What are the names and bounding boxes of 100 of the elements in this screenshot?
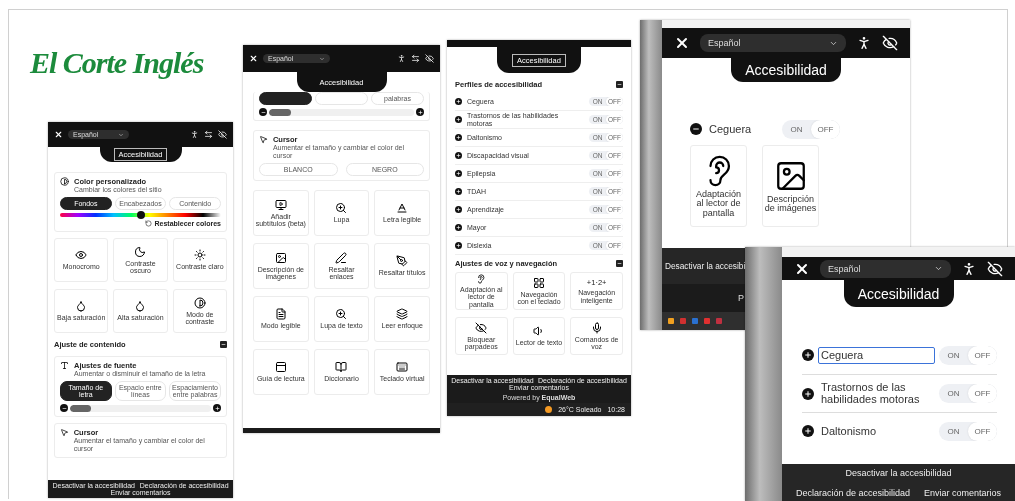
book-icon — [335, 361, 348, 374]
eye-off-icon[interactable] — [218, 130, 227, 139]
on-option[interactable]: ON — [939, 422, 968, 441]
powered-by-text: P — [738, 293, 744, 303]
footer-link[interactable]: Declaración de accesibilidad — [795, 487, 910, 498]
magnifier-icon — [335, 308, 348, 321]
droplet-icon — [134, 300, 147, 313]
close-icon[interactable] — [54, 130, 63, 139]
off-option[interactable]: OFF — [968, 346, 997, 365]
collapse-icon[interactable] — [616, 81, 623, 88]
profile-label[interactable]: Daltonismo — [818, 422, 935, 441]
size-slider[interactable] — [70, 404, 211, 412]
off-option[interactable]: OFF — [968, 422, 997, 441]
footer-link[interactable]: Desactivar la accesibilidad — [845, 467, 952, 478]
keys-icon — [533, 276, 545, 289]
document-icon — [274, 308, 287, 321]
on-option[interactable]: ON — [939, 384, 968, 403]
panel-title: Accesibilidad — [744, 61, 828, 80]
eye-icon — [75, 249, 88, 262]
font-tab[interactable] — [259, 92, 312, 106]
arrows-icon[interactable] — [411, 54, 420, 63]
eye-off-icon[interactable] — [987, 260, 1003, 277]
profile-label[interactable]: Ceguera — [706, 120, 778, 139]
feature-tile[interactable]: Adaptación al lector de pantalla — [690, 145, 747, 227]
plus-icon[interactable] — [455, 98, 462, 105]
chevron-down-icon — [319, 55, 325, 62]
plus-icon[interactable] — [455, 188, 462, 195]
plus-icon[interactable] — [455, 116, 462, 123]
arrows-icon[interactable] — [204, 130, 213, 139]
magnifier-icon — [335, 202, 348, 215]
cursor-icon — [259, 135, 268, 145]
plus-icon[interactable] — [802, 349, 814, 362]
plus-icon[interactable] — [455, 134, 462, 141]
plus-icon[interactable] — [455, 152, 462, 159]
chevron-down-icon — [118, 131, 124, 138]
person-icon[interactable] — [397, 54, 406, 63]
moon-icon — [134, 245, 147, 258]
on-off-toggle[interactable]: ON OFF — [939, 422, 997, 441]
plus-icon[interactable] — [213, 404, 221, 413]
cursor-icon — [60, 428, 69, 438]
sun-icon — [193, 249, 206, 262]
pen-icon — [335, 251, 348, 264]
eye-off-icon[interactable] — [882, 35, 898, 51]
pen-icon — [396, 255, 409, 268]
chevron-down-icon — [934, 264, 943, 273]
color-slider[interactable] — [60, 213, 221, 218]
close-icon[interactable] — [674, 35, 690, 51]
eye-off-icon — [475, 321, 488, 334]
off-option[interactable]: OFF — [968, 384, 997, 403]
reset-icon — [145, 220, 153, 228]
size-slider[interactable] — [269, 108, 414, 116]
plus-icon[interactable] — [802, 425, 814, 438]
person-icon[interactable] — [190, 130, 199, 139]
layers-icon — [396, 308, 409, 321]
close-icon[interactable] — [249, 54, 258, 63]
person-icon[interactable] — [961, 260, 977, 277]
ear-icon — [475, 274, 488, 284]
image-icon — [274, 251, 287, 264]
language-select[interactable]: Español — [820, 259, 951, 278]
droplet-icon — [75, 300, 88, 313]
contrast-icon — [60, 177, 69, 186]
letter-icon — [396, 202, 409, 215]
microphone-icon — [590, 321, 603, 334]
footer-link[interactable]: Desactivar la accesibi — [665, 261, 746, 271]
plus-icon[interactable] — [455, 224, 462, 231]
off-option[interactable]: OFF — [811, 120, 840, 139]
contrast-icon — [193, 296, 206, 309]
footer-link[interactable]: Enviar comentarios — [924, 487, 1002, 498]
weather-icon — [545, 406, 553, 413]
tile-label: Adaptación al lector de pantalla — [694, 189, 742, 219]
on-off-toggle[interactable]: ON OFF — [939, 346, 997, 365]
plus-icon[interactable] — [455, 206, 462, 213]
on-option[interactable]: ON — [782, 120, 811, 139]
eye-off-icon[interactable] — [425, 54, 434, 63]
plus-icon[interactable] — [416, 108, 424, 117]
person-icon[interactable] — [856, 35, 872, 51]
profile-label[interactable]: Trastornos de las habilidades motoras — [818, 378, 935, 409]
window-icon — [274, 361, 287, 374]
plus-icon[interactable] — [802, 387, 814, 400]
slider-thumb[interactable] — [136, 211, 145, 220]
on-option[interactable]: ON — [939, 346, 968, 365]
minus-icon[interactable] — [690, 123, 702, 136]
collapse-icon[interactable] — [220, 341, 227, 349]
font-icon — [60, 361, 69, 371]
tile-label: Descripción de imágenes — [764, 194, 817, 214]
store-logo: El Corte Inglés — [30, 46, 204, 80]
profile-label[interactable]: Ceguera — [818, 346, 935, 365]
plus-icon[interactable] — [455, 242, 462, 249]
on-off-toggle[interactable]: ON OFF — [782, 120, 840, 139]
collapse-icon[interactable] — [616, 260, 623, 267]
plus-icon[interactable] — [455, 170, 462, 177]
video-icon — [274, 198, 287, 211]
panel-title: Accesibilidad — [856, 284, 941, 304]
language-select[interactable]: Español — [700, 34, 846, 52]
minus-icon[interactable] — [259, 108, 267, 117]
speaker-icon — [533, 325, 545, 338]
minus-icon[interactable] — [60, 404, 68, 413]
feature-tile[interactable]: Descripción de imágenes — [762, 145, 819, 227]
on-off-toggle[interactable]: ON OFF — [939, 384, 997, 403]
keyboard-icon — [396, 361, 409, 374]
